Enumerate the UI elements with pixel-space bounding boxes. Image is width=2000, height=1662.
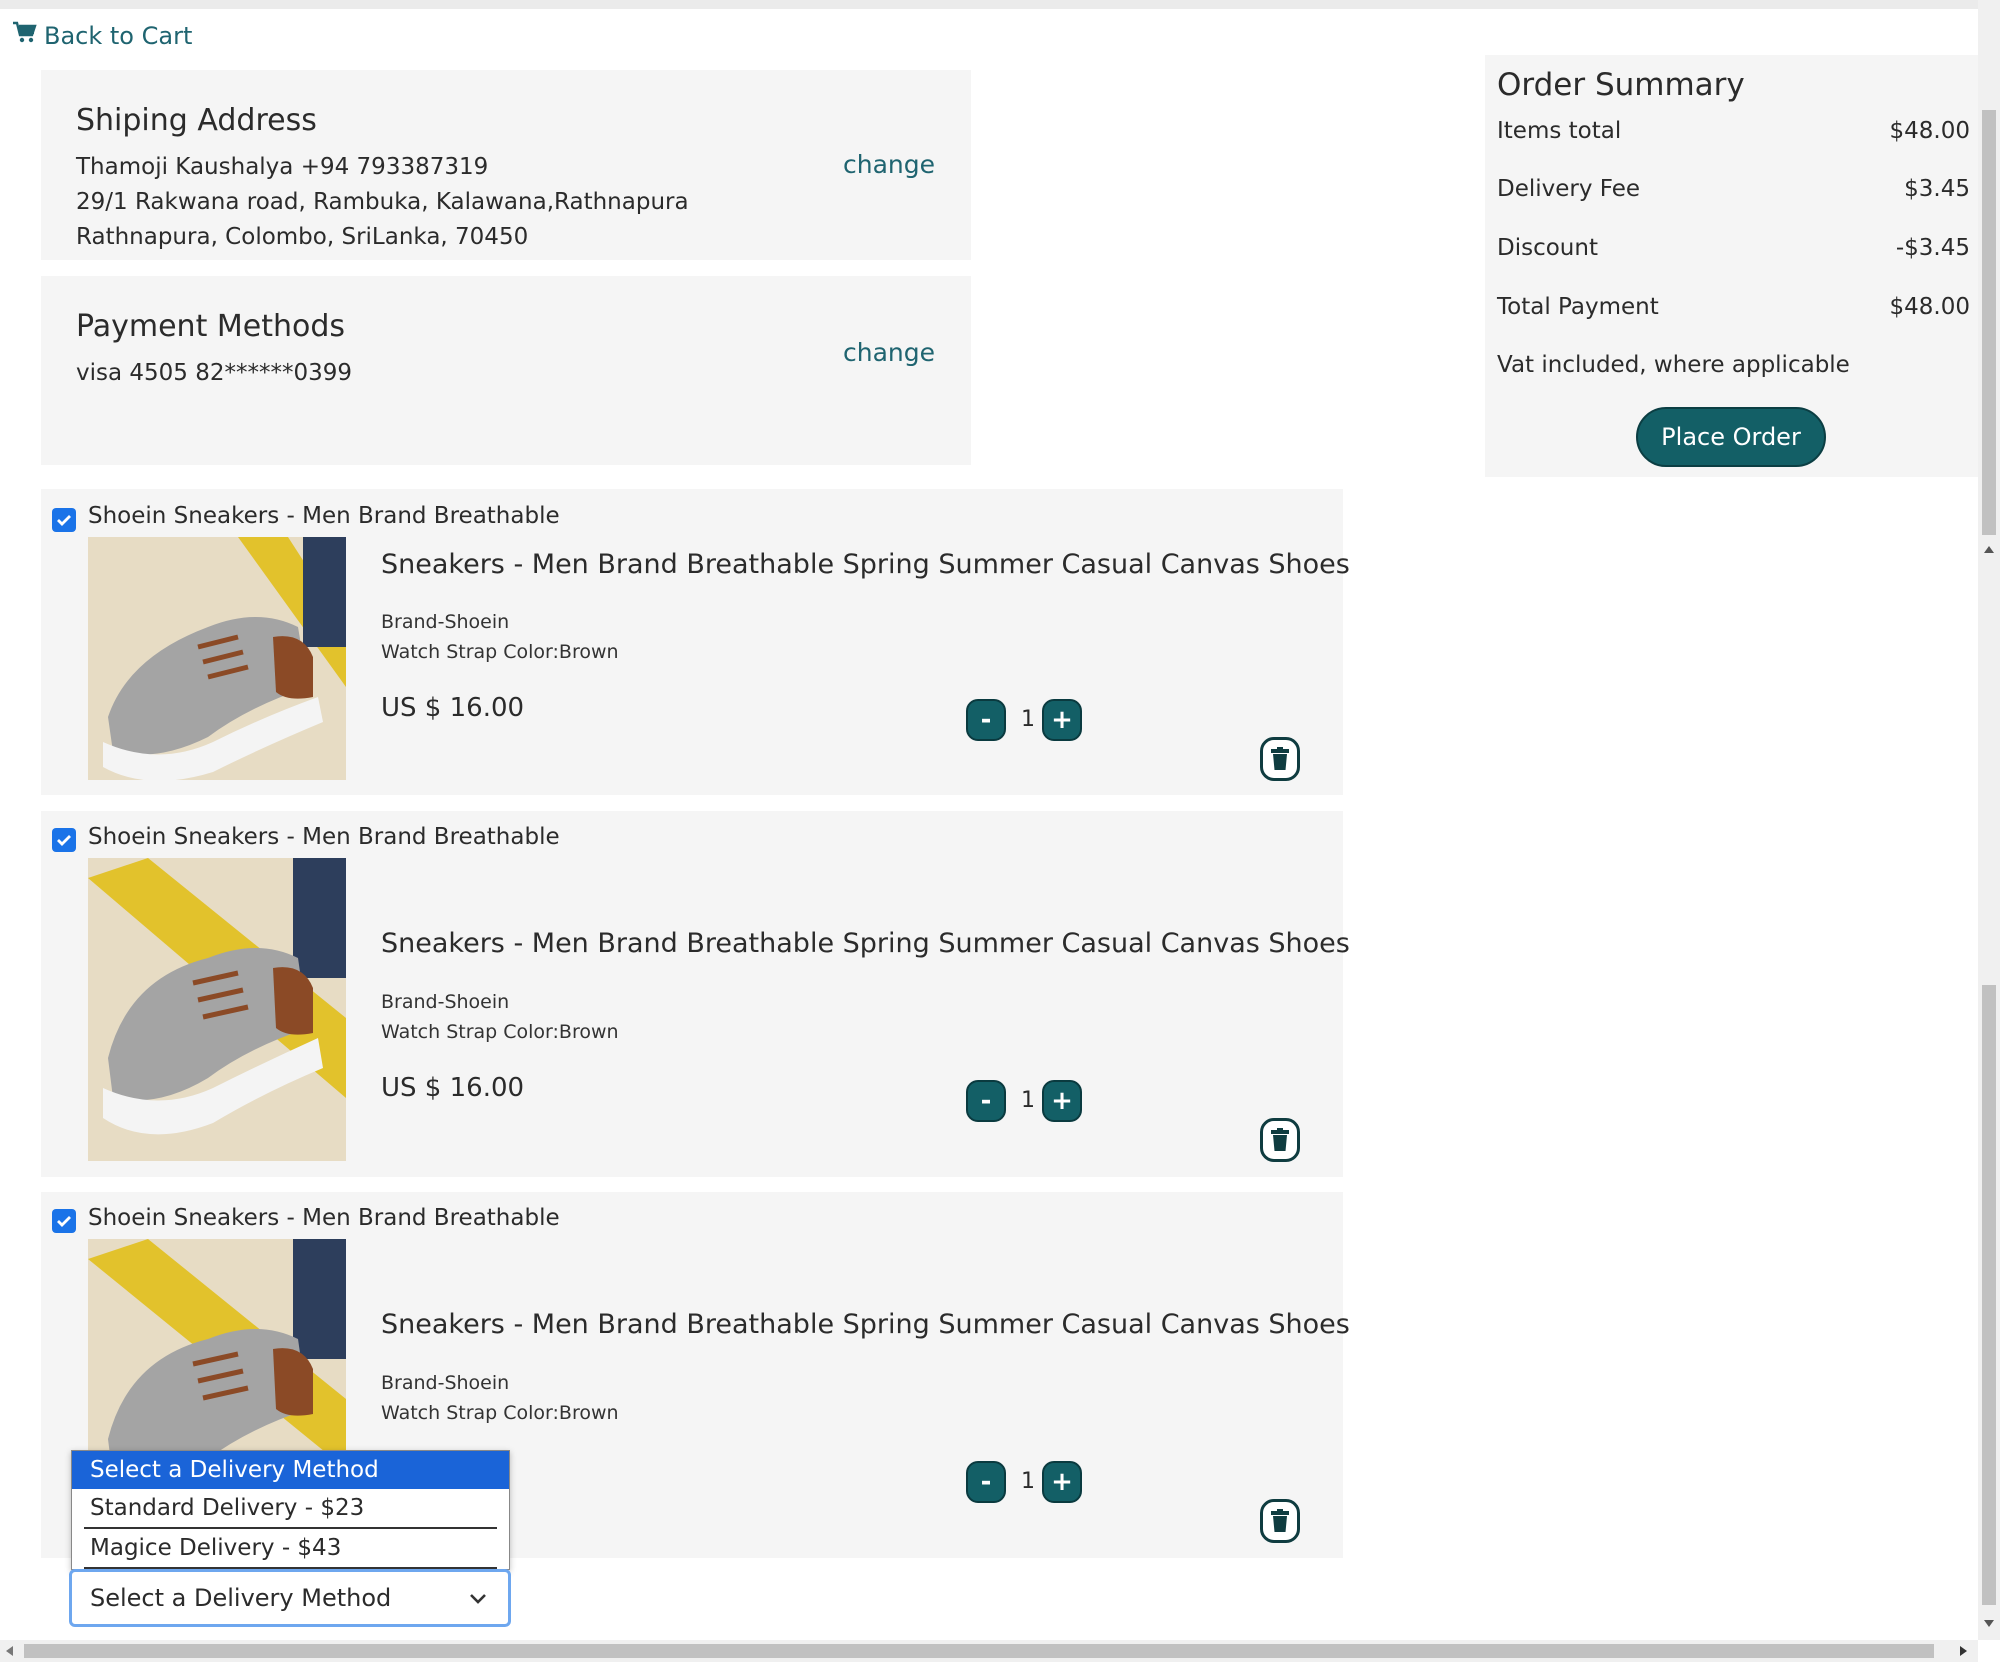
decrease-quantity-button[interactable]: -: [966, 1461, 1006, 1503]
product-brand: Brand-Shoein: [381, 611, 510, 633]
delivery-option-placeholder[interactable]: Select a Delivery Method: [72, 1451, 509, 1489]
product-image[interactable]: [88, 858, 346, 1161]
vertical-scrollbar[interactable]: [1978, 0, 2000, 1640]
horizontal-scrollbar[interactable]: [0, 1640, 1978, 1662]
item-checkbox[interactable]: [52, 508, 76, 532]
payment-title: Payment Methods: [76, 309, 346, 344]
trash-icon: [1271, 1128, 1289, 1151]
product-price: US $ 16.00: [381, 693, 525, 723]
product-name[interactable]: Sneakers - Men Brand Breathable Spring S…: [381, 549, 1350, 580]
delivery-method-select[interactable]: Select a Delivery Method: [69, 1569, 511, 1627]
top-strip: [0, 0, 1978, 9]
scroll-thumb[interactable]: [1982, 985, 1996, 1605]
increase-quantity-button[interactable]: +: [1042, 1461, 1082, 1503]
checkmark-icon: [57, 515, 71, 526]
cart-item: Shoein Sneakers - Men Brand Breathable S…: [41, 811, 1350, 1177]
items-total-row: Items total $48.00: [1497, 118, 1970, 144]
delivery-fee-row: Delivery Fee $3.45: [1497, 176, 1970, 202]
increase-quantity-button[interactable]: +: [1042, 699, 1082, 741]
delivery-option-standard[interactable]: Standard Delivery - $23: [72, 1489, 509, 1527]
delivery-method-selected: Select a Delivery Method: [90, 1584, 392, 1612]
product-image[interactable]: [88, 537, 346, 780]
shipping-address-card: Shiping Address Thamoji Kaushalya +94 79…: [41, 70, 971, 260]
order-summary-panel: Order Summary Items total $48.00 Deliver…: [1485, 55, 1978, 477]
item-shop-name: Shoein Sneakers - Men Brand Breathable: [88, 1205, 560, 1231]
scroll-thumb[interactable]: [1982, 110, 1996, 535]
delivery-fee-value: $3.45: [1904, 176, 1970, 202]
scroll-right-arrow-icon[interactable]: [1960, 1646, 1967, 1656]
order-summary-title: Order Summary: [1497, 67, 1745, 103]
cart-item: Shoein Sneakers - Men Brand Breathable S…: [41, 489, 1350, 795]
delivery-method-options: Select a Delivery Method Standard Delive…: [71, 1450, 510, 1570]
shipping-address-line2: Rathnapura, Colombo, SriLanka, 70450: [76, 224, 529, 250]
payment-card-line: visa 4505 82******0399: [76, 360, 353, 386]
total-payment-row: Total Payment $48.00: [1497, 294, 1970, 320]
delivery-option-magice[interactable]: Magice Delivery - $43: [72, 1529, 509, 1567]
product-name[interactable]: Sneakers - Men Brand Breathable Spring S…: [381, 928, 1350, 959]
quantity-value: 1: [1021, 1469, 1035, 1494]
product-price: US $ 16.00: [381, 1073, 525, 1103]
checkmark-icon: [57, 835, 71, 846]
payment-methods-card: Payment Methods visa 4505 82******0399 c…: [41, 276, 971, 465]
item-checkbox[interactable]: [52, 1209, 76, 1233]
product-name[interactable]: Sneakers - Men Brand Breathable Spring S…: [381, 1309, 1350, 1340]
trash-icon: [1271, 1509, 1289, 1532]
increase-quantity-button[interactable]: +: [1042, 1080, 1082, 1122]
scroll-left-arrow-icon[interactable]: [6, 1646, 13, 1656]
delete-item-button[interactable]: [1260, 1118, 1300, 1162]
place-order-button[interactable]: Place Order: [1636, 407, 1826, 467]
delete-item-button[interactable]: [1260, 737, 1300, 781]
product-brand: Brand-Shoein: [381, 1372, 510, 1394]
discount-row: Discount -$3.45: [1497, 235, 1970, 261]
total-payment-label: Total Payment: [1497, 294, 1659, 320]
scroll-thumb[interactable]: [24, 1644, 1934, 1658]
product-color: Watch Strap Color:Brown: [381, 1402, 619, 1424]
delivery-fee-label: Delivery Fee: [1497, 176, 1641, 202]
product-color: Watch Strap Color:Brown: [381, 641, 619, 663]
scroll-up-arrow-icon[interactable]: [1984, 546, 1994, 553]
item-shop-name: Shoein Sneakers - Men Brand Breathable: [88, 503, 560, 529]
cart-icon: [12, 20, 38, 52]
items-total-value: $48.00: [1889, 118, 1970, 144]
change-shipping-link[interactable]: change: [843, 150, 935, 179]
checkmark-icon: [57, 1216, 71, 1227]
quantity-value: 1: [1021, 707, 1035, 732]
chevron-down-icon: [470, 1594, 486, 1604]
quantity-value: 1: [1021, 1088, 1035, 1113]
items-total-label: Items total: [1497, 118, 1622, 144]
scroll-down-arrow-icon[interactable]: [1984, 1620, 1994, 1627]
shipping-title: Shiping Address: [76, 103, 317, 138]
shipping-address-line1: 29/1 Rakwana road, Rambuka, Kalawana,Rat…: [76, 189, 689, 215]
item-shop-name: Shoein Sneakers - Men Brand Breathable: [88, 824, 560, 850]
discount-value: -$3.45: [1895, 235, 1970, 261]
decrease-quantity-button[interactable]: -: [966, 1080, 1006, 1122]
vat-note: Vat included, where applicable: [1497, 352, 1850, 378]
total-payment-value: $48.00: [1889, 294, 1970, 320]
shipping-name-line: Thamoji Kaushalya +94 793387319: [76, 154, 489, 180]
delete-item-button[interactable]: [1260, 1499, 1300, 1543]
product-image[interactable]: [88, 1239, 346, 1469]
product-color: Watch Strap Color:Brown: [381, 1021, 619, 1043]
decrease-quantity-button[interactable]: -: [966, 699, 1006, 741]
discount-label: Discount: [1497, 235, 1598, 261]
back-to-cart-label: Back to Cart: [44, 22, 193, 50]
item-checkbox[interactable]: [52, 828, 76, 852]
change-payment-link[interactable]: change: [843, 338, 935, 367]
product-brand: Brand-Shoein: [381, 991, 510, 1013]
back-to-cart-link[interactable]: Back to Cart: [12, 20, 192, 52]
trash-icon: [1271, 747, 1289, 770]
